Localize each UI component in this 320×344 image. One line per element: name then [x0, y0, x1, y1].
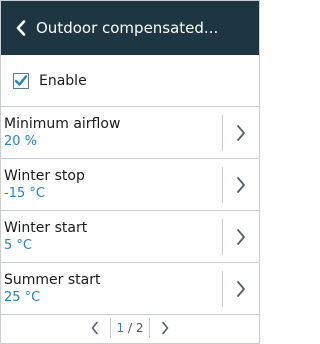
enable-checkbox[interactable]: [13, 72, 29, 89]
item-value: 20 %: [4, 133, 38, 149]
item-text: Minimum airflow 20 %: [1, 116, 222, 150]
header-bar: Outdoor compensated...: [1, 1, 259, 55]
list-item-summer-start[interactable]: Summer start 25 °C: [1, 263, 259, 315]
page-separator: /: [127, 321, 133, 335]
screen: Outdoor compensated... Enable Minimum ai…: [0, 0, 260, 344]
item-label: Minimum airflow: [4, 115, 121, 132]
chevron-right-icon: [237, 176, 245, 193]
item-label: Winter stop: [4, 167, 85, 184]
checkmark-icon: [14, 74, 28, 86]
item-arrow-button[interactable]: [223, 124, 259, 142]
item-arrow-button[interactable]: [223, 280, 259, 298]
item-arrow-button[interactable]: [223, 228, 259, 246]
page-indicator: 1 / 2: [111, 321, 150, 335]
enable-row[interactable]: Enable: [1, 55, 259, 107]
item-label: Winter start: [4, 219, 88, 236]
current-page: 1: [116, 321, 125, 335]
chevron-left-icon: [91, 321, 98, 335]
item-label: Summer start: [4, 271, 101, 288]
list-item-winter-start[interactable]: Winter start 5 °C: [1, 211, 259, 263]
item-value: 5 °C: [4, 237, 32, 253]
chevron-right-icon: [237, 124, 245, 141]
chevron-right-icon: [237, 228, 245, 245]
enable-label: Enable: [39, 72, 87, 89]
back-button[interactable]: [13, 16, 29, 40]
pagination: 1 / 2: [1, 313, 259, 343]
item-value: -15 °C: [4, 185, 45, 201]
item-value: 25 °C: [4, 289, 41, 305]
chevron-left-icon: [16, 20, 26, 36]
next-page-button[interactable]: [150, 316, 180, 340]
item-text: Winter stop -15 °C: [1, 168, 222, 202]
total-pages: 2: [135, 321, 144, 335]
item-text: Winter start 5 °C: [1, 220, 222, 254]
item-arrow-button[interactable]: [223, 176, 259, 194]
list-item-minimum-airflow[interactable]: Minimum airflow 20 %: [1, 107, 259, 159]
previous-page-button[interactable]: [80, 316, 110, 340]
list-item-winter-stop[interactable]: Winter stop -15 °C: [1, 159, 259, 211]
chevron-right-icon: [162, 321, 169, 335]
item-text: Summer start 25 °C: [1, 272, 222, 306]
chevron-right-icon: [237, 280, 245, 297]
page-title: Outdoor compensated...: [36, 19, 219, 37]
